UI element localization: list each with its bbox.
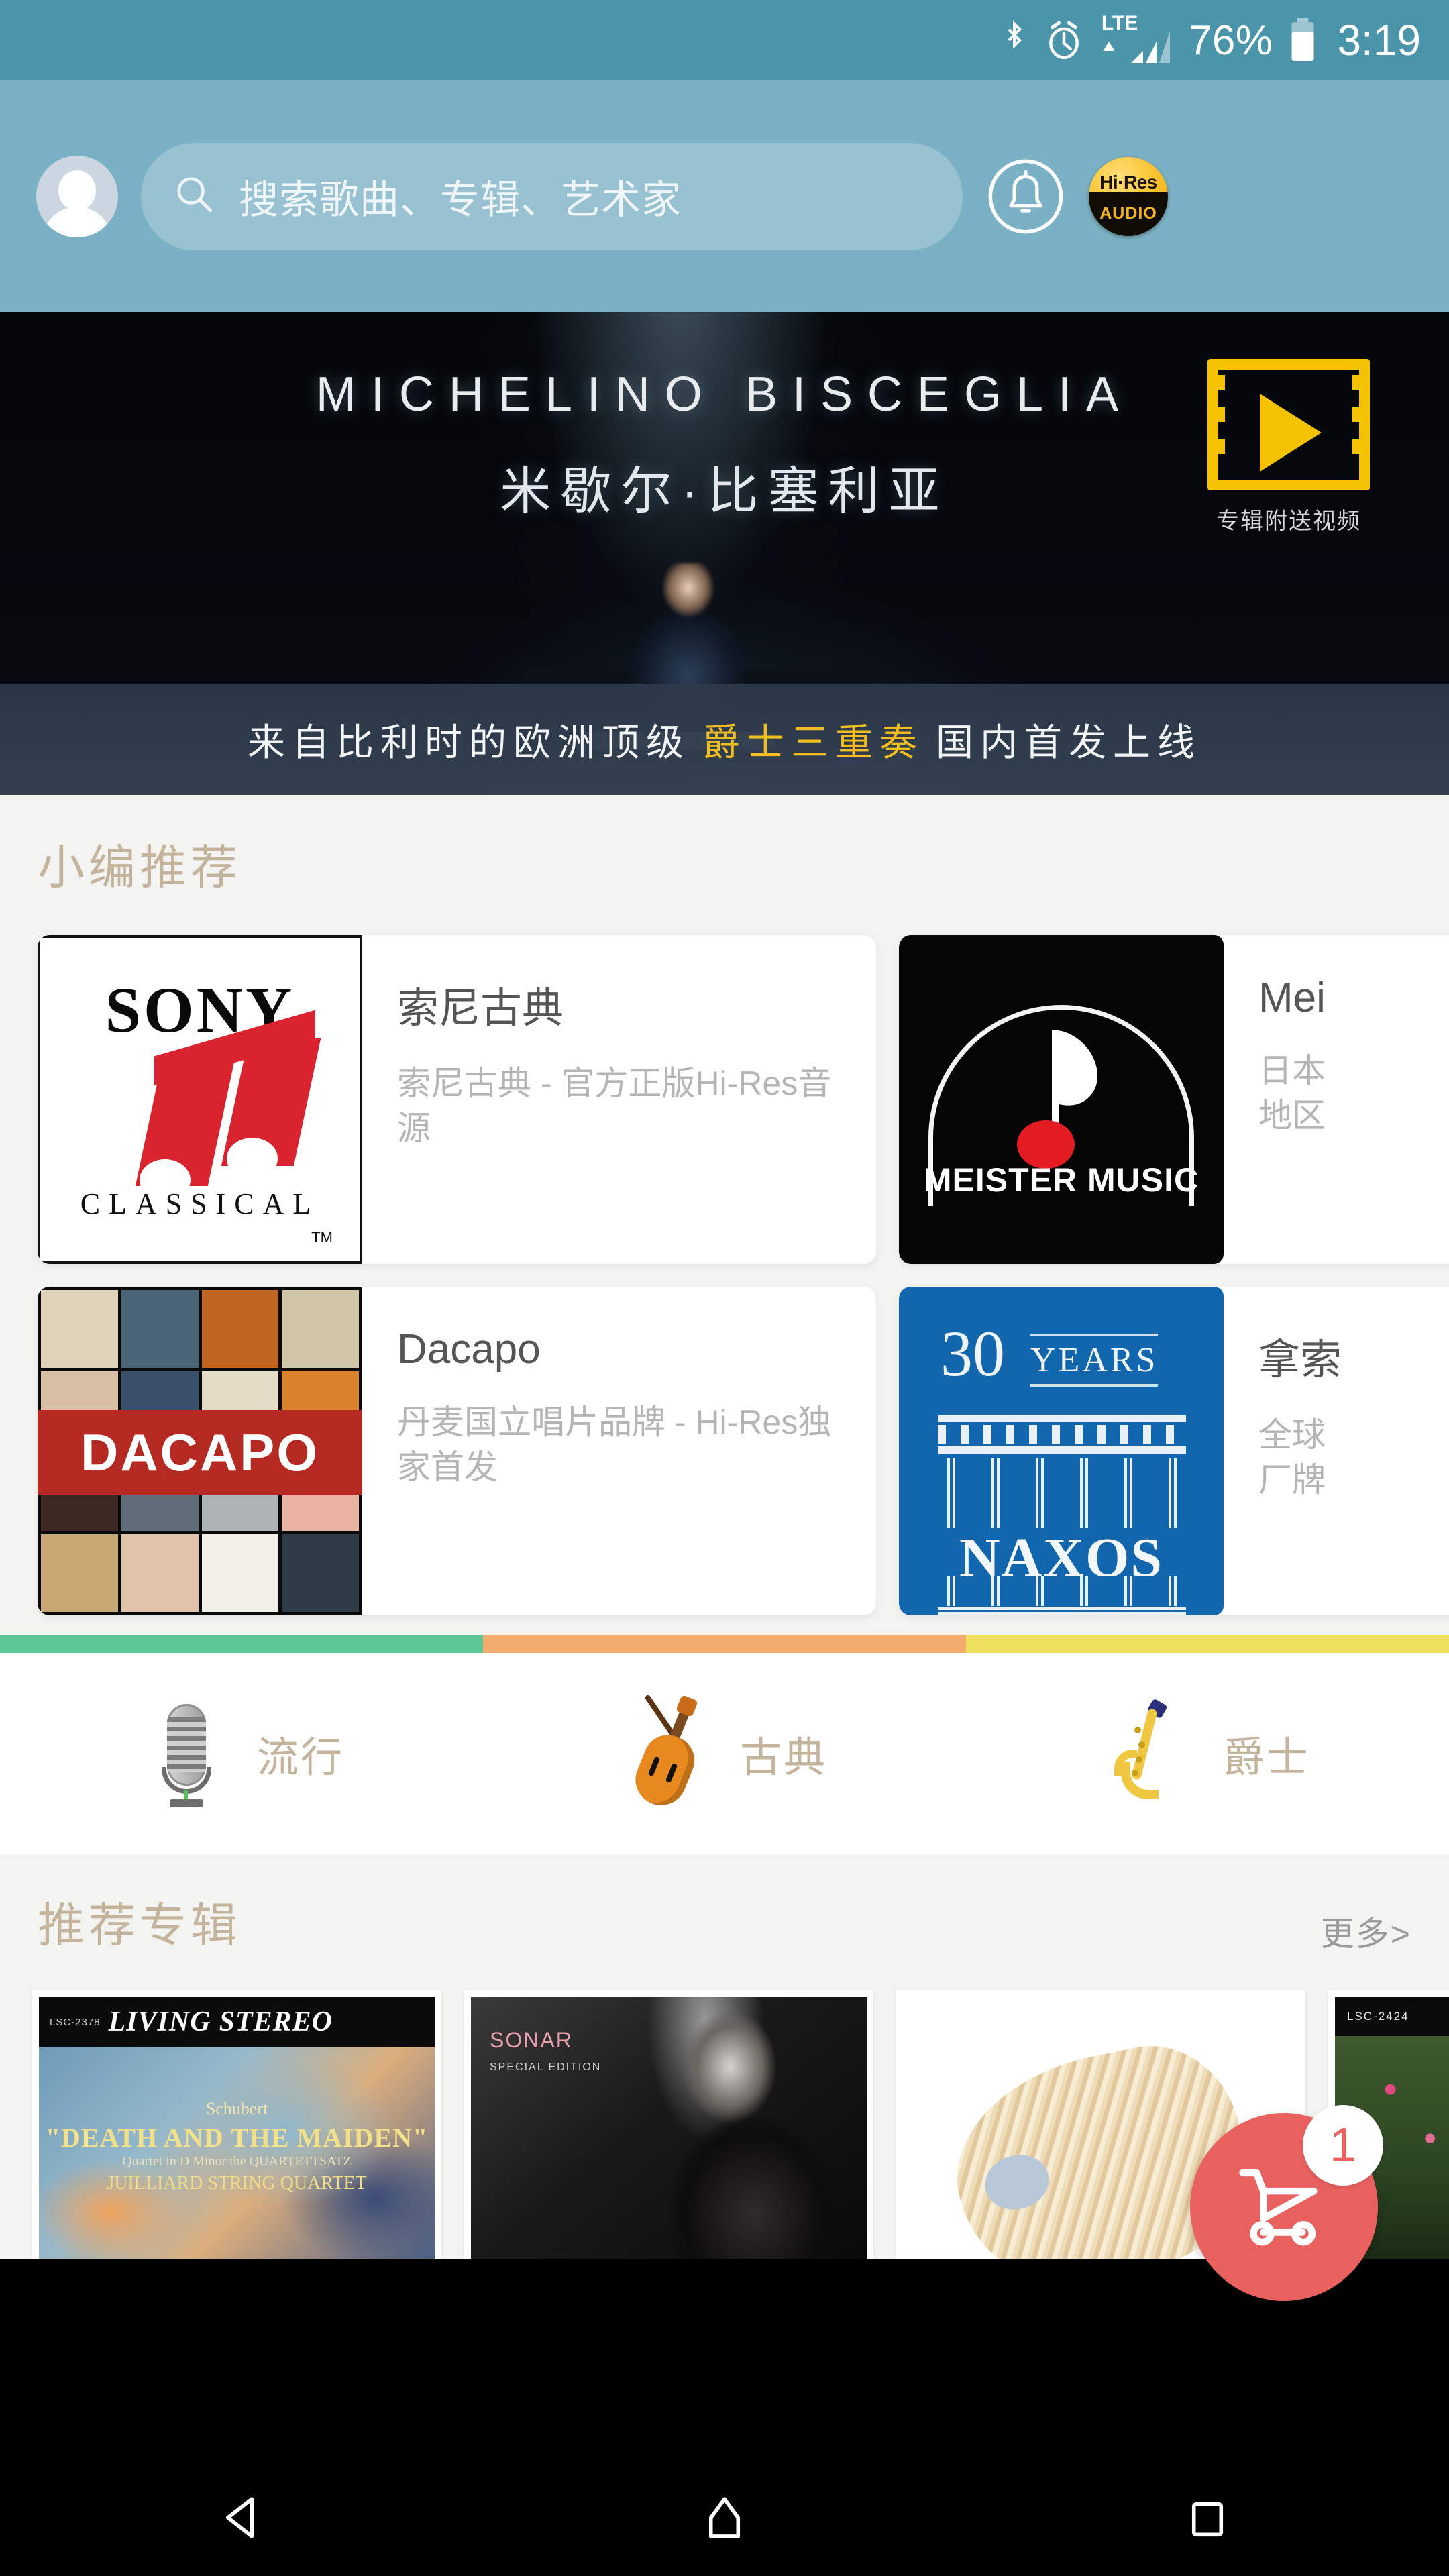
recommended-albums-title: 推荐专辑 (38, 1899, 241, 1951)
alarm-clock-icon (1045, 20, 1083, 60)
pick-card-sony[interactable]: SONY CLASSICAL TM 索尼古典 索尼古典 - 官方正版Hi-Res… (38, 935, 876, 1264)
genre-color-jazz (966, 1635, 1449, 1653)
battery-icon (1290, 18, 1316, 62)
album-composer: Schubert (205, 2099, 268, 2118)
recommended-albums-more-link[interactable]: 更多> (1321, 1907, 1411, 1955)
hero-video-badge: 专辑附送视频 (1208, 359, 1370, 535)
meister-music-logo: MEISTER MUSIC (899, 935, 1224, 1264)
editor-picks-section: 小编推荐 SONY CLASSICAL TM 索尼古典 索尼古典 - 官方正版H… (0, 795, 1449, 1635)
album-catalog: LSC-2424 (1347, 2010, 1409, 2023)
clock-time-label: 3:19 (1337, 16, 1421, 64)
pick-card-meister[interactable]: MEISTER MUSIC Mei 日本 地区 (899, 935, 1449, 1264)
battery-percent-label: 76% (1188, 17, 1273, 64)
notification-bell-icon[interactable] (985, 156, 1066, 237)
hero-banner[interactable]: MICHELINO BISCEGLIA 米歇尔·比塞利亚 专辑附送视频 来自比利… (0, 312, 1449, 795)
genre-tabs: 流行 古典 爵士 (0, 1653, 1449, 1854)
search-input[interactable]: 搜索歌曲、专辑、艺术家 (141, 142, 963, 250)
pick-name: Dacapo (397, 1326, 541, 1373)
dacapo-wordmark: DACAPO (80, 1422, 319, 1482)
pick-name: 索尼古典 (397, 985, 564, 1032)
editor-picks-title: 小编推荐 (38, 841, 241, 894)
pick-card-naxos[interactable]: 30 YEARS NAXOS 拿索 全球 厂牌 (899, 1287, 1449, 1615)
hero-tagline-suffix: 国内首发上线 (936, 721, 1201, 763)
home-icon[interactable] (699, 2492, 750, 2546)
recents-square-icon[interactable] (1182, 2492, 1233, 2546)
dacapo-logo: DACAPO (38, 1287, 362, 1615)
pick-meta-sony: 索尼古典 索尼古典 - 官方正版Hi-Res音源 (362, 935, 876, 1264)
genre-label: 爵士 (1222, 1735, 1310, 1781)
genre-color-bar (0, 1635, 1449, 1653)
play-triangle-icon (1260, 394, 1322, 472)
pick-description-line1: 全球 (1258, 1416, 1326, 1454)
meister-wordmark: MEISTER MUSIC (923, 1161, 1199, 1199)
pick-description: 索尼古典 - 官方正版Hi-Res音源 (397, 1065, 832, 1147)
album-label-stereo: STEREO (219, 2006, 333, 2037)
app-header: 搜索歌曲、专辑、艺术家 Hi·Res AUDIO (0, 80, 1449, 312)
genre-color-classical (483, 1635, 966, 1653)
genre-tab-jazz[interactable]: 爵士 (966, 1698, 1449, 1807)
album-label: SONAR (490, 2028, 573, 2052)
bluetooth-icon (1001, 19, 1028, 61)
violin-icon (622, 1694, 716, 1813)
sony-tm-mark: TM (311, 1229, 333, 1246)
editor-picks-grid: SONY CLASSICAL TM 索尼古典 索尼古典 - 官方正版Hi-Res… (0, 898, 1449, 1615)
pick-meta-naxos: 拿索 全球 厂牌 (1224, 1287, 1364, 1615)
sony-classical-logo: SONY CLASSICAL TM (38, 935, 362, 1264)
hires-bottom-label: AUDIO (1099, 203, 1157, 223)
genre-tab-pop[interactable]: 流行 (0, 1700, 483, 1807)
microphone-icon (139, 1700, 233, 1807)
album-edition: SPECIAL EDITION (490, 2061, 602, 2073)
status-bar: LTE 76% 3:19 (0, 0, 1449, 80)
album-card[interactable]: SONAR SPECIAL EDITION (464, 1990, 873, 2259)
naxos-logo: 30 YEARS NAXOS (899, 1287, 1224, 1615)
pick-meta-dacapo: Dacapo 丹麦国立唱片品牌 - Hi-Res独家首发 (362, 1287, 876, 1615)
pick-name: Mei (1258, 975, 1326, 1021)
classical-wordmark: CLASSICAL (80, 1187, 320, 1220)
recommended-albums-header: 推荐专辑 更多> (0, 1888, 1449, 1955)
album-art-death-and-the-maiden: LSC-2378 LIVING STEREO Schubert "DEATH A… (39, 1997, 435, 2259)
android-nav-bar (0, 2462, 1449, 2576)
pick-name: 拿索 (1258, 1337, 1342, 1383)
back-triangle-icon[interactable] (216, 2492, 267, 2546)
hero-video-label: 专辑附送视频 (1216, 508, 1361, 534)
pick-description: 丹麦国立唱片品牌 - Hi-Res独家首发 (397, 1403, 832, 1486)
search-placeholder-text: 搜索歌曲、专辑、艺术家 (239, 178, 682, 222)
pick-description-line2: 厂牌 (1258, 1460, 1326, 1499)
hires-top-label: Hi·Res (1099, 171, 1157, 193)
genre-color-pop (0, 1635, 483, 1653)
hires-audio-badge: Hi·Res AUDIO (1089, 156, 1168, 236)
album-title: "DEATH AND THE MAIDEN" (45, 2123, 429, 2153)
search-icon (173, 173, 216, 219)
album-subtitle: Quartet in D Minor the QUARTETTSATZ (122, 2154, 352, 2169)
cart-badge-count: 1 (1303, 2105, 1383, 2186)
album-label-living: LIVING (108, 2006, 211, 2037)
hero-tagline-strip: 来自比利时的欧洲顶级 爵士三重奏 国内首发上线 (0, 684, 1449, 795)
dacapo-band: DACAPO (38, 1410, 362, 1495)
pick-meta-meister: Mei 日本 地区 (1224, 935, 1348, 1264)
pick-card-dacapo[interactable]: DACAPO Dacapo 丹麦国立唱片品牌 - Hi-Res独家首发 (38, 1287, 876, 1615)
album-performer: JUILLIARD STRING QUARTET (107, 2173, 367, 2194)
naxos-years-label: YEARS (1030, 1334, 1159, 1387)
signal-bars-icon: LTE (1100, 13, 1171, 64)
naxos-30-label: 30 (941, 1318, 1005, 1389)
avatar-head (58, 170, 96, 211)
saxophone-icon (1105, 1698, 1199, 1807)
pick-description-line1: 日本 (1258, 1052, 1326, 1089)
genre-tab-classical[interactable]: 古典 (483, 1694, 966, 1813)
pick-description-line2: 地区 (1258, 1096, 1326, 1134)
album-card[interactable]: LSC-2378 LIVING STEREO Schubert "DEATH A… (32, 1990, 441, 2259)
avatar-body (42, 206, 112, 237)
film-play-icon (1208, 359, 1370, 490)
album-art-sonar: SONAR SPECIAL EDITION (471, 1997, 867, 2259)
hero-tagline-prefix: 来自比利时的欧洲顶级 (248, 721, 690, 763)
user-avatar-icon[interactable] (36, 155, 118, 237)
genre-label: 流行 (256, 1735, 344, 1781)
hero-tagline-highlight: 爵士三重奏 (702, 721, 924, 763)
shopping-cart-button[interactable]: 1 (1190, 2105, 1383, 2301)
album-catalog: LSC-2378 (50, 2016, 101, 2028)
genre-label: 古典 (739, 1735, 827, 1781)
